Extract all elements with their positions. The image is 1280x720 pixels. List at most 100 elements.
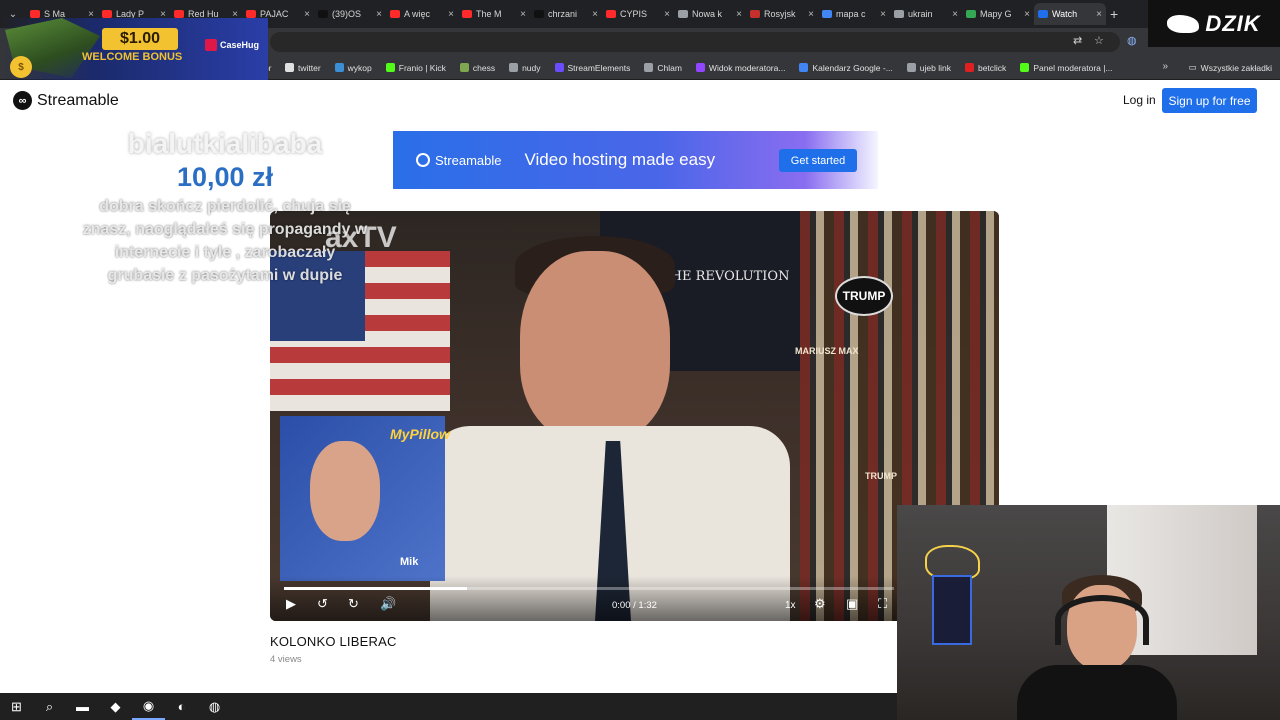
tab-close-icon[interactable]: × [1096, 9, 1102, 20]
banner-tagline: Video hosting made easy [524, 150, 716, 169]
browser-tab[interactable]: mapa c × [818, 3, 890, 25]
start-button[interactable]: ⊞ [0, 693, 33, 720]
banner-logo-icon [416, 153, 430, 167]
tab-close-icon[interactable]: × [592, 9, 598, 20]
login-link[interactable]: Log in [1123, 93, 1156, 107]
bookmark-label: wykop [347, 62, 372, 73]
bookmark-item[interactable]: Kalendarz Google -... [799, 63, 893, 73]
video-player[interactable]: axTV THE REVOLUTION TRUMP MARIUSZ MAX TR… [270, 211, 999, 621]
volume-icon[interactable]: 🔊 [380, 596, 396, 612]
chrome-button[interactable]: ◉ [132, 693, 165, 720]
all-bookmarks-button[interactable]: ▭ Wszystkie zakładki [1189, 62, 1272, 73]
rewind-icon[interactable]: ↺ [317, 596, 328, 612]
app-button-3[interactable]: ◍ [198, 693, 231, 720]
tab-close-icon[interactable]: × [880, 9, 886, 20]
browser-tab[interactable]: Rosyjsk × [746, 3, 818, 25]
tab-favicon-icon [102, 10, 112, 18]
boar-icon [1167, 14, 1200, 33]
seek-bar[interactable] [284, 587, 894, 590]
get-started-button[interactable]: Get started [779, 149, 857, 172]
donation-message: dobra skończ pierdolić, chuja się znasz,… [82, 198, 368, 284]
bookmark-item[interactable]: wykop [334, 62, 372, 73]
bookmark-item[interactable]: betclick [964, 63, 1006, 73]
view-count: 4 views [270, 654, 302, 665]
donor-name: bialutkialibaba [127, 128, 323, 159]
donation-alert: bialutkialibaba 10,00 zł dobra skończ pi… [80, 128, 370, 287]
bookmark-item[interactable]: StreamElements [554, 63, 630, 73]
search-button[interactable]: ⌕ [33, 693, 66, 720]
browser-tab[interactable]: Nowa k × [674, 3, 746, 25]
bookmark-item[interactable]: Widok moderatora... [695, 63, 785, 73]
bookmark-item[interactable]: Panel moderatora |... [1020, 62, 1113, 73]
gear-icon[interactable]: ⚙ [814, 596, 826, 612]
translate-icon[interactable]: ⇄ [1073, 34, 1082, 47]
tab-favicon-icon [246, 10, 256, 18]
tab-close-icon[interactable]: × [304, 9, 310, 20]
bookmark-item[interactable]: ujeb link [906, 63, 951, 73]
file-explorer-button[interactable]: ▬ [66, 693, 99, 720]
bookmark-item[interactable]: chess [459, 62, 496, 73]
windows-taskbar: ⊞ ⌕ ▬ ◆ ◉ ◐ ◍ [0, 693, 897, 720]
bookmark-favicon-icon [334, 63, 344, 72]
bookmark-item[interactable]: Chlam [644, 63, 682, 73]
bookmark-item[interactable]: twitter [285, 63, 321, 73]
tab-favicon-icon [750, 10, 760, 18]
bookmark-favicon-icon [285, 63, 294, 72]
bookmark-favicon-icon [695, 63, 705, 72]
streamable-logo[interactable]: ∞ Streamable [13, 91, 119, 110]
bookmark-label: chess [472, 62, 496, 73]
more-bookmarks-chevron-icon[interactable]: » [1162, 61, 1168, 72]
coin-icon: $ [10, 56, 32, 78]
ad-banner[interactable]: Streamable Video hosting made easy Get s… [393, 131, 878, 189]
tab-close-icon[interactable]: × [952, 9, 958, 20]
app-button-1[interactable]: ◆ [99, 693, 132, 720]
address-bar[interactable] [270, 32, 1120, 52]
play-icon[interactable]: ▶ [286, 596, 296, 612]
tab-close-icon[interactable]: × [808, 9, 814, 20]
extension-icon[interactable]: ◍ [1127, 34, 1137, 47]
bookmark-item[interactable]: nudy [509, 62, 541, 73]
playback-speed-button[interactable]: 1x [785, 600, 796, 611]
browser-tab[interactable]: Watch × [1034, 3, 1106, 25]
tab-close-icon[interactable]: × [736, 9, 742, 20]
sign-text: TRUMP [835, 276, 893, 316]
signup-button[interactable]: Sign up for free [1162, 88, 1257, 113]
tab-close-icon[interactable]: × [520, 9, 526, 20]
tab-title: ukrain [908, 9, 933, 19]
fullscreen-icon[interactable]: ⛶ [878, 596, 887, 612]
tab-close-icon[interactable]: × [1024, 9, 1030, 20]
bookmark-star-icon[interactable]: ☆ [1094, 34, 1104, 47]
bookmark-label: twitter [298, 62, 321, 73]
tab-favicon-icon [30, 10, 40, 18]
browser-tab[interactable]: (39)OS × [314, 3, 386, 25]
tab-title: CYPIS [620, 9, 648, 19]
bookmark-favicon-icon [554, 63, 564, 72]
browser-tab[interactable]: Mapy G × [962, 3, 1034, 25]
browser-tab[interactable]: chrzani × [530, 3, 602, 25]
streamable-logo-icon: ∞ [13, 91, 32, 110]
donation-amount: 10,00 zł [176, 162, 274, 192]
seek-bar-fill [284, 587, 467, 590]
webcam-feed [897, 505, 1280, 720]
bookmark-item[interactable]: Franio | Kick [385, 63, 446, 73]
host-face [520, 251, 670, 441]
bookmark-favicon-icon [799, 63, 809, 72]
promo-amount: $1.00 [102, 28, 178, 50]
tab-close-icon[interactable]: × [448, 9, 454, 20]
bookmark-label: nudy [522, 62, 541, 73]
browser-tab[interactable]: CYPIS × [602, 3, 674, 25]
tab-title: chrzani [548, 9, 578, 19]
new-tab-button[interactable]: + [1110, 6, 1118, 22]
browser-tab[interactable]: The M × [458, 3, 530, 25]
browser-tab[interactable]: A więc × [386, 3, 458, 25]
headset [1055, 595, 1149, 645]
tab-close-icon[interactable]: × [376, 9, 382, 20]
forward-icon[interactable]: ↻ [348, 596, 359, 612]
browser-tab[interactable]: ukrain × [890, 3, 962, 25]
tab-close-icon[interactable]: × [664, 9, 670, 20]
picture-in-picture-icon[interactable]: ▣ [846, 596, 858, 612]
bookmark-label: Panel moderatora |... [1033, 62, 1113, 73]
app-button-2[interactable]: ◐ [165, 693, 198, 720]
shirt-caption: THE REVOLUTION [662, 269, 790, 284]
folder-icon: ▭ [1188, 62, 1197, 72]
